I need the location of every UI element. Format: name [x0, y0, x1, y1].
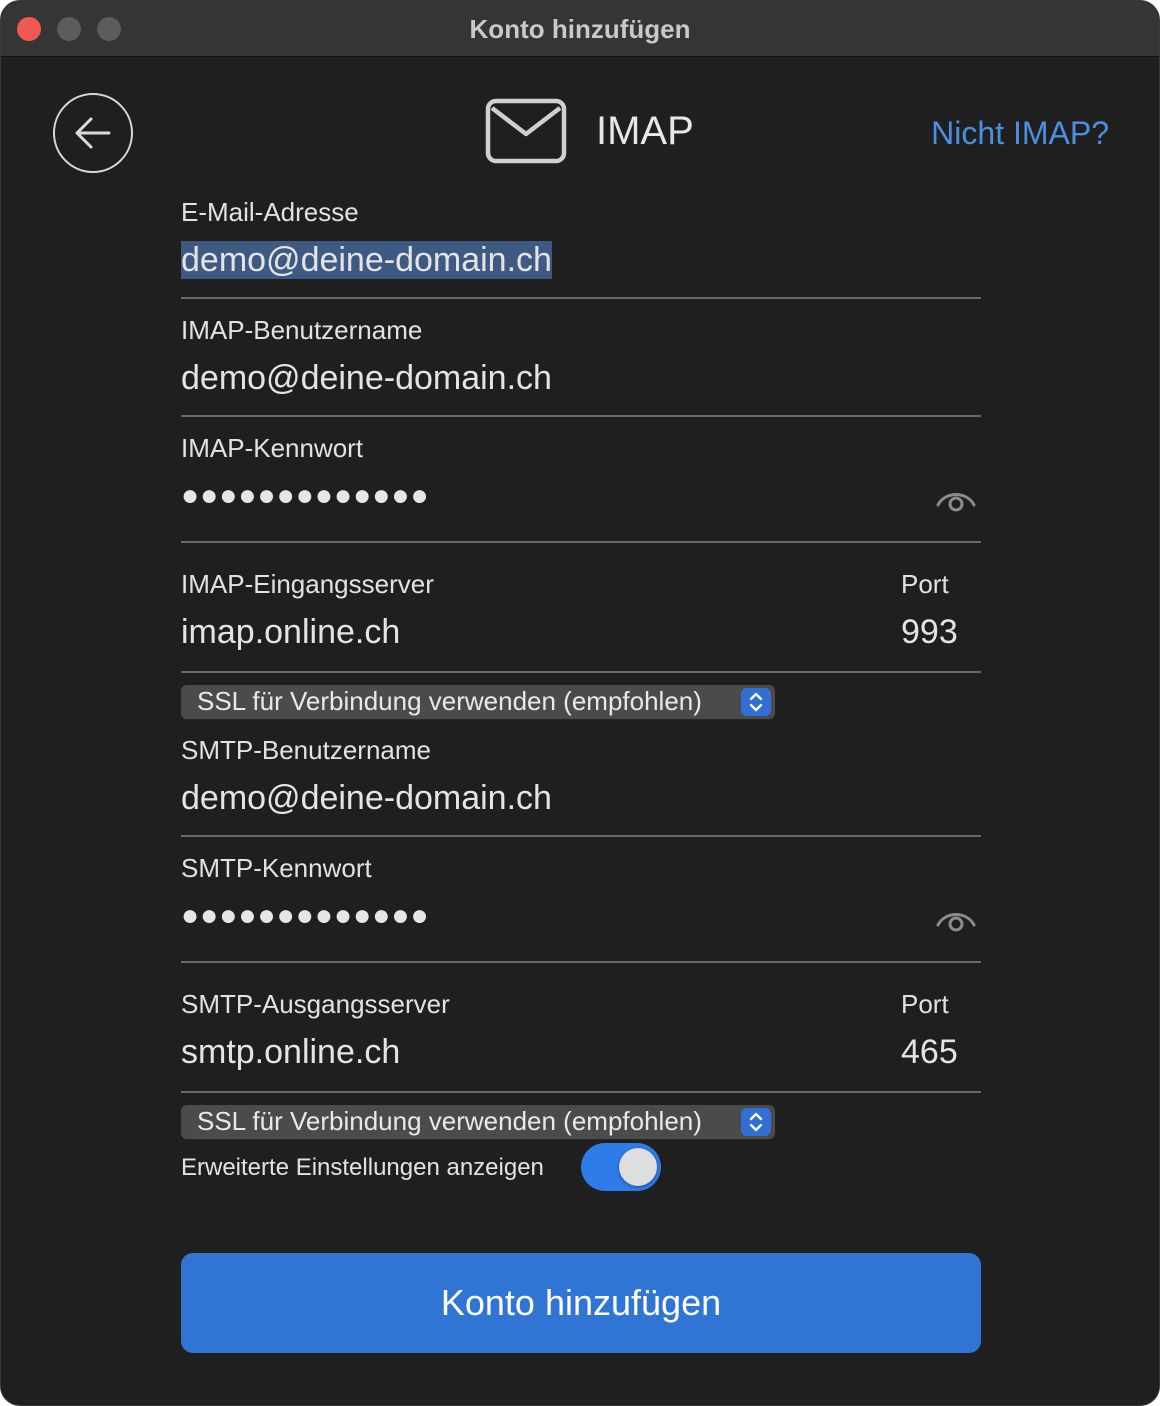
smtp-password-field[interactable]: ●●●●●●●●●●●●● — [181, 899, 430, 933]
email-field[interactable]: demo@deine-domain.ch — [181, 241, 552, 280]
imap-port-field[interactable]: 993 — [901, 613, 958, 652]
smtp-server-label: SMTP-Ausgangsserver — [181, 989, 450, 1019]
show-password-eye-icon[interactable] — [935, 485, 977, 515]
email-value: demo@deine-domain.ch — [181, 241, 552, 279]
divider — [181, 297, 981, 299]
chevron-updown-icon — [741, 688, 771, 716]
envelope-icon — [485, 98, 567, 164]
smtp-server-field[interactable]: smtp.online.ch — [181, 1033, 400, 1072]
back-button[interactable] — [53, 93, 133, 173]
chevron-updown-icon — [741, 1108, 771, 1136]
divider — [181, 1091, 981, 1093]
show-password-eye-icon[interactable] — [935, 905, 977, 935]
arrow-left-icon — [75, 117, 111, 149]
imap-username-field[interactable]: demo@deine-domain.ch — [181, 359, 552, 398]
imap-ssl-select[interactable]: SSL für Verbindung verwenden (empfohlen) — [181, 685, 775, 719]
divider — [181, 835, 981, 837]
provider-title: IMAP — [596, 109, 694, 153]
toggle-knob — [619, 1148, 657, 1186]
divider — [181, 961, 981, 963]
advanced-settings-label: Erweiterte Einstellungen anzeigen — [181, 1154, 544, 1181]
divider — [181, 541, 981, 543]
smtp-ssl-select[interactable]: SSL für Verbindung verwenden (empfohlen) — [181, 1105, 775, 1139]
smtp-username-label: SMTP-Benutzername — [181, 735, 431, 765]
smtp-port-label: Port — [901, 989, 949, 1019]
smtp-port-field[interactable]: 465 — [901, 1033, 958, 1072]
smtp-username-field[interactable]: demo@deine-domain.ch — [181, 779, 552, 818]
imap-password-label: IMAP-Kennwort — [181, 433, 364, 463]
imap-ssl-selected: SSL für Verbindung verwenden (empfohlen) — [197, 686, 702, 716]
email-label: E-Mail-Adresse — [181, 197, 359, 227]
window-title: Konto hinzufügen — [469, 14, 691, 44]
smtp-ssl-selected: SSL für Verbindung verwenden (empfohlen) — [197, 1106, 702, 1136]
imap-username-label: IMAP-Benutzername — [181, 315, 423, 345]
smtp-password-label: SMTP-Kennwort — [181, 853, 372, 883]
add-account-button[interactable]: Konto hinzufügen — [181, 1253, 981, 1353]
not-imap-link[interactable]: Nicht IMAP? — [931, 115, 1109, 152]
imap-server-field[interactable]: imap.online.ch — [181, 613, 400, 652]
add-account-window: Konto hinzufügen IMAP Nicht IMAP? E-Mail… — [0, 0, 1160, 1406]
imap-port-label: Port — [901, 569, 949, 599]
divider — [181, 671, 981, 673]
divider — [181, 415, 981, 417]
advanced-settings-toggle[interactable] — [581, 1143, 661, 1191]
imap-server-label: IMAP-Eingangsserver — [181, 569, 434, 599]
title-bar: Konto hinzufügen — [1, 1, 1159, 57]
imap-password-field[interactable]: ●●●●●●●●●●●●● — [181, 479, 430, 513]
